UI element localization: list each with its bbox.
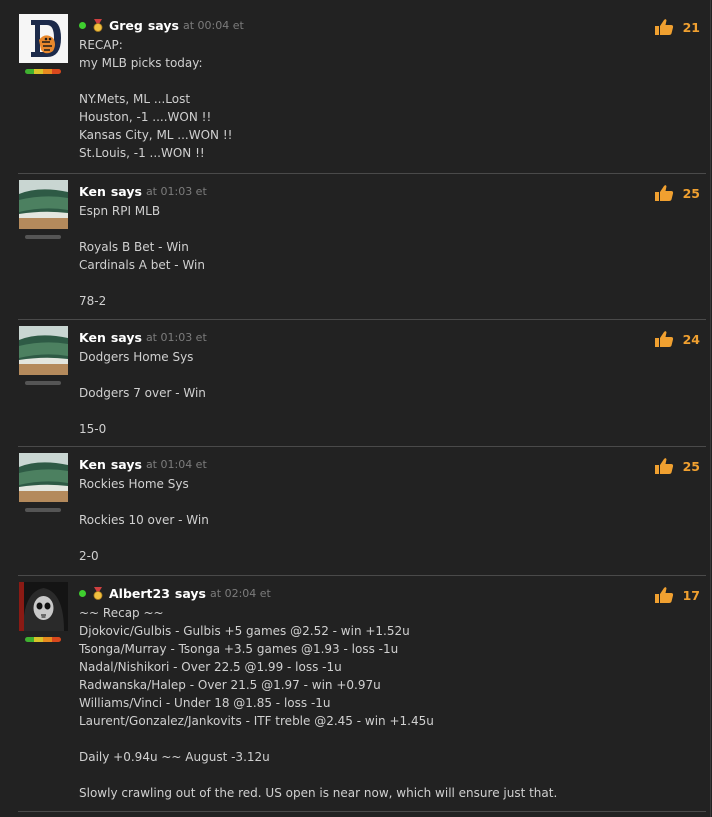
post-header: Albert23 says at 02:04 et xyxy=(79,586,271,601)
author-name[interactable]: Ken xyxy=(79,184,106,199)
comment-post: Ken says at 01:04 et Rockies Home Sys Ro… xyxy=(18,453,706,576)
wave-photo-icon xyxy=(19,180,68,229)
tigers-logo-icon xyxy=(19,14,68,63)
comment-post: Ken says at 01:03 et Dodgers Home Sys Do… xyxy=(18,326,706,447)
avatar[interactable] xyxy=(19,326,68,375)
wave-photo-icon xyxy=(19,326,68,375)
author-name[interactable]: Albert23 xyxy=(109,586,170,601)
thumbs-up-icon xyxy=(654,458,673,474)
avatar[interactable] xyxy=(19,180,68,229)
author-name[interactable]: Ken xyxy=(79,457,106,472)
medal-icon xyxy=(93,587,103,600)
post-body: RECAP: my MLB picks today: NY.Mets, ML .… xyxy=(79,38,233,160)
like-count: 17 xyxy=(682,587,700,603)
post-body: Espn RPI MLB Royals B Bet - Win Cardinal… xyxy=(79,204,205,308)
thumbs-up-icon xyxy=(654,587,673,603)
like-button[interactable]: 17 xyxy=(654,586,700,604)
post-timestamp: at 02:04 et xyxy=(210,587,271,600)
hooded-skull-icon xyxy=(19,582,68,631)
reputation-bar xyxy=(25,235,61,239)
like-count: 21 xyxy=(682,19,700,35)
comment-post: Ken says at 01:03 et Espn RPI MLB Royals… xyxy=(18,180,706,320)
wave-photo-icon xyxy=(19,453,68,502)
reputation-bar xyxy=(25,381,61,385)
thumbs-up-icon xyxy=(654,331,673,347)
thumbs-up-icon xyxy=(654,185,673,201)
post-header: Ken says at 01:03 et xyxy=(79,330,207,345)
thumbs-up-icon xyxy=(654,19,673,35)
comment-feed: Greg says at 00:04 et RECAP: my MLB pick… xyxy=(0,0,711,817)
post-timestamp: at 00:04 et xyxy=(182,19,244,32)
says-label: says xyxy=(110,457,142,472)
like-button[interactable]: 24 xyxy=(654,330,700,348)
avatar[interactable] xyxy=(19,582,68,631)
like-count: 25 xyxy=(682,458,700,474)
post-body: Rockies Home Sys Rockies 10 over - Win 2… xyxy=(79,477,209,563)
online-status-icon xyxy=(79,590,86,597)
reputation-bar xyxy=(25,508,61,512)
like-button[interactable]: 25 xyxy=(654,184,700,202)
reputation-bar xyxy=(25,637,61,642)
post-timestamp: at 01:03 et xyxy=(145,331,207,344)
like-count: 25 xyxy=(682,185,700,201)
online-status-icon xyxy=(79,22,86,29)
comment-post: Greg says at 00:04 et RECAP: my MLB pick… xyxy=(18,14,706,174)
comment-post: Albert23 says at 02:04 et ~~ Recap ~~ Dj… xyxy=(18,582,706,812)
author-name[interactable]: Greg xyxy=(109,18,143,33)
medal-icon xyxy=(93,19,103,32)
reputation-bar xyxy=(25,69,61,74)
post-header: Ken says at 01:04 et xyxy=(79,457,207,472)
post-body: ~~ Recap ~~ Djokovic/Gulbis - Gulbis +5 … xyxy=(79,606,558,800)
like-button[interactable]: 25 xyxy=(654,457,700,475)
post-body: Dodgers Home Sys Dodgers 7 over - Win 15… xyxy=(79,350,206,436)
author-name[interactable]: Ken xyxy=(79,330,106,345)
like-count: 24 xyxy=(682,331,700,347)
avatar[interactable] xyxy=(19,453,68,502)
avatar[interactable] xyxy=(19,14,68,63)
post-timestamp: at 01:04 et xyxy=(145,458,207,471)
post-header: Greg says at 00:04 et xyxy=(79,18,244,33)
says-label: says xyxy=(147,18,179,33)
says-label: says xyxy=(174,586,207,601)
like-button[interactable]: 21 xyxy=(654,18,700,36)
says-label: says xyxy=(110,184,142,199)
says-label: says xyxy=(110,330,142,345)
post-timestamp: at 01:03 et xyxy=(145,185,207,198)
post-header: Ken says at 01:03 et xyxy=(79,184,207,199)
